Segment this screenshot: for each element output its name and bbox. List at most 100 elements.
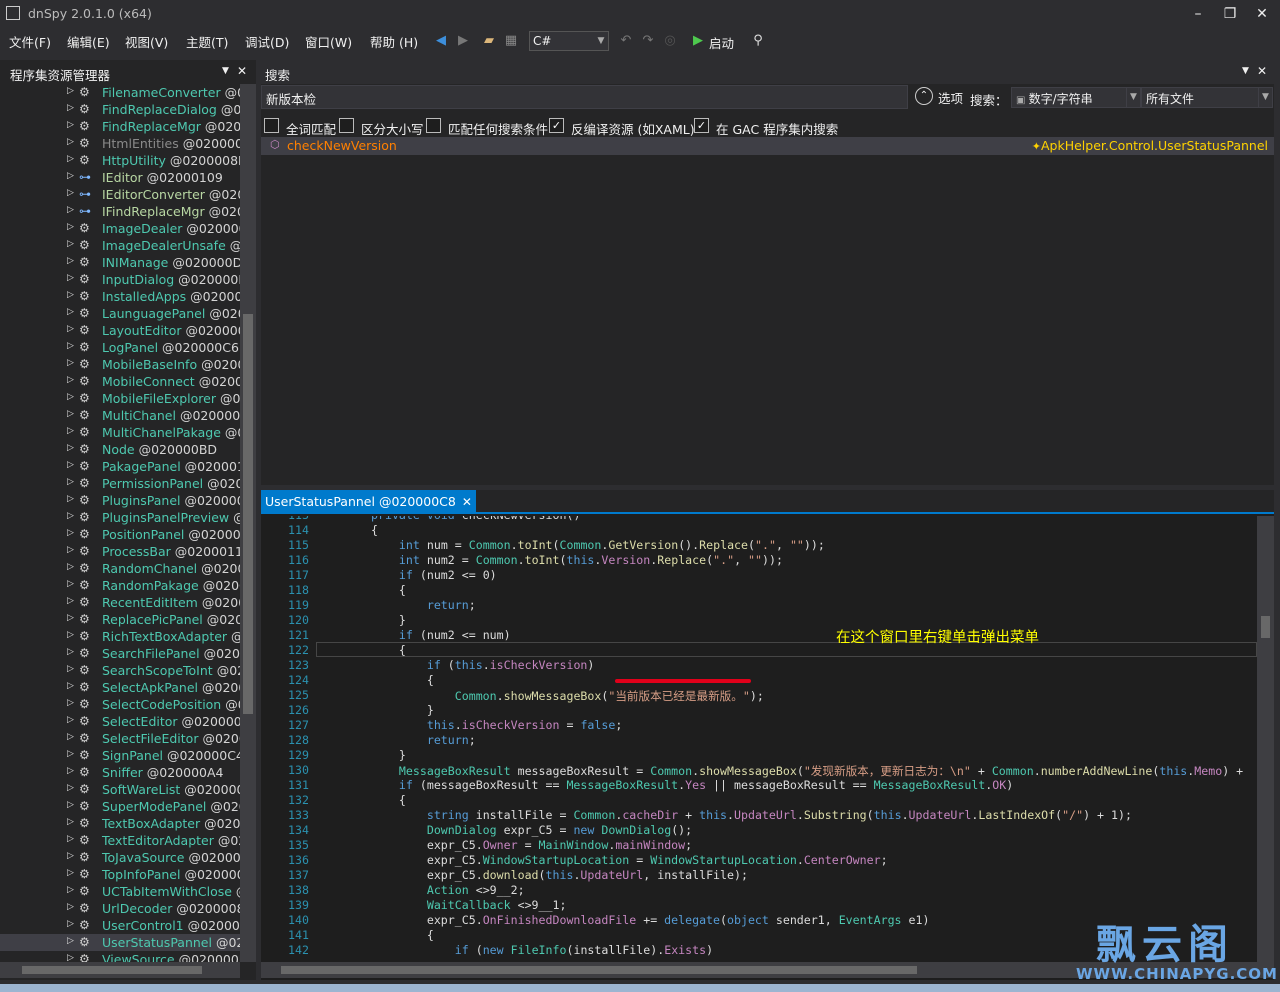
expand-arrow-icon[interactable]: ▷ bbox=[67, 460, 74, 470]
expand-arrow-icon[interactable]: ▷ bbox=[67, 664, 74, 674]
expand-arrow-icon[interactable]: ▷ bbox=[67, 766, 74, 776]
expand-arrow-icon[interactable]: ▷ bbox=[67, 868, 74, 878]
expand-arrow-icon[interactable]: ▷ bbox=[67, 103, 74, 113]
menu-file[interactable]: 文件(F) bbox=[9, 32, 51, 51]
tree-item[interactable]: ▷ ⚙ InputDialog @020000E bbox=[0, 271, 240, 288]
expand-arrow-icon[interactable]: ▷ bbox=[67, 630, 74, 640]
tree-item[interactable]: ▷ ⚙ ImageDealerUnsafe @0 bbox=[0, 237, 240, 254]
whole-word-label[interactable]: 全词匹配 bbox=[286, 119, 336, 138]
expand-arrow-icon[interactable]: ▷ bbox=[67, 392, 74, 402]
expand-arrow-icon[interactable]: ▷ bbox=[67, 86, 74, 96]
whole-word-checkbox[interactable] bbox=[264, 118, 279, 133]
expand-arrow-icon[interactable]: ▷ bbox=[67, 120, 74, 130]
collapse-options-icon[interactable]: ⌃ bbox=[915, 87, 933, 105]
expand-arrow-icon[interactable]: ▷ bbox=[67, 273, 74, 283]
expand-arrow-icon[interactable]: ▷ bbox=[67, 494, 74, 504]
tree-item[interactable]: ▷ ⚙ SelectApkPanel @0200 bbox=[0, 679, 240, 696]
menu-debug[interactable]: 调试(D) bbox=[245, 32, 289, 51]
menu-edit[interactable]: 编辑(E) bbox=[67, 32, 110, 51]
tree-item[interactable]: ▷ ⚙ INIManage @020000D bbox=[0, 254, 240, 271]
minimize-button[interactable]: – bbox=[1186, 4, 1210, 24]
back-icon[interactable]: ◀ bbox=[433, 33, 449, 49]
forward-icon[interactable]: ▶ bbox=[455, 33, 471, 49]
tree-item[interactable]: ▷ ⚙ MobileBaseInfo @0200 bbox=[0, 356, 240, 373]
decompile-resources-checkbox[interactable]: ✓ bbox=[549, 118, 564, 133]
tree-item[interactable]: ▷ ⚙ LogPanel @020000C6 bbox=[0, 339, 240, 356]
match-any-checkbox[interactable] bbox=[426, 118, 441, 133]
code-view[interactable]: 113 private void checkNewVersion() 114 {115… bbox=[261, 516, 1257, 962]
expand-arrow-icon[interactable]: ▷ bbox=[67, 749, 74, 759]
tree-item[interactable]: ▷ ⊶ IEditorConverter @020 bbox=[0, 186, 240, 203]
language-select[interactable]: C# ▼ bbox=[529, 31, 609, 51]
tree-item[interactable]: ▷ ⚙ MultiChanel @020000C bbox=[0, 407, 240, 424]
expand-arrow-icon[interactable]: ▷ bbox=[67, 545, 74, 555]
search-gac-checkbox[interactable]: ✓ bbox=[694, 118, 709, 133]
maximize-button[interactable]: ❐ bbox=[1218, 4, 1242, 24]
expand-arrow-icon[interactable]: ▷ bbox=[67, 647, 74, 657]
tree-item[interactable]: ▷ ⚙ SearchFilePanel @0200 bbox=[0, 645, 240, 662]
expand-arrow-icon[interactable]: ▷ bbox=[67, 341, 74, 351]
tree-item[interactable]: ▷ ⚙ ProcessBar @0200011 bbox=[0, 543, 240, 560]
expand-arrow-icon[interactable]: ▷ bbox=[67, 358, 74, 368]
expand-arrow-icon[interactable]: ▷ bbox=[67, 426, 74, 436]
expand-arrow-icon[interactable]: ▷ bbox=[67, 409, 74, 419]
tree-item[interactable]: ▷ ⚙ PakagePanel @0200011 bbox=[0, 458, 240, 475]
expand-arrow-icon[interactable]: ▷ bbox=[67, 885, 74, 895]
expand-arrow-icon[interactable]: ▷ bbox=[67, 698, 74, 708]
tree-item[interactable]: ▷ ⚙ ReplacePicPanel @020 bbox=[0, 611, 240, 628]
tree-item[interactable]: ▷ ⚙ SearchScopeToInt @02 bbox=[0, 662, 240, 679]
run-button[interactable]: 启动 bbox=[709, 33, 734, 52]
tree-item[interactable]: ▷ ⚙ PermissionPanel @020 bbox=[0, 475, 240, 492]
expand-arrow-icon[interactable]: ▷ bbox=[67, 953, 74, 962]
tree-item[interactable]: ▷ ⚙ RandomChanel @0200 bbox=[0, 560, 240, 577]
tree-item[interactable]: ▷ ⚙ TextBoxAdapter @0200 bbox=[0, 815, 240, 832]
expand-arrow-icon[interactable]: ▷ bbox=[67, 851, 74, 861]
assembly-icon[interactable]: ▦ bbox=[503, 33, 519, 49]
scrollbar-thumb[interactable] bbox=[243, 314, 253, 714]
tree-item[interactable]: ▷ ⚙ UserStatusPannel @020 bbox=[0, 934, 240, 951]
tab-userstatuspannel[interactable]: UserStatusPannel @020000C8 ✕ bbox=[261, 490, 476, 514]
expand-arrow-icon[interactable]: ▷ bbox=[67, 222, 74, 232]
options-label[interactable]: 选项 bbox=[938, 88, 963, 107]
menu-view[interactable]: 视图(V) bbox=[125, 32, 168, 51]
close-icon[interactable]: ✕ bbox=[1257, 64, 1267, 78]
expand-arrow-icon[interactable]: ▷ bbox=[67, 290, 74, 300]
tree-item[interactable]: ▷ ⚙ MobileConnect @0200 bbox=[0, 373, 240, 390]
tree-item[interactable]: ▷ ⚙ Node @020000BD bbox=[0, 441, 240, 458]
expand-arrow-icon[interactable]: ▷ bbox=[67, 205, 74, 215]
scrollbar-thumb[interactable] bbox=[22, 966, 202, 974]
redo-icon[interactable]: ↷ bbox=[640, 33, 656, 49]
expand-arrow-icon[interactable]: ▷ bbox=[67, 834, 74, 844]
tree-item[interactable]: ▷ ⚙ FindReplaceMgr @0200 bbox=[0, 118, 240, 135]
tree-item[interactable]: ▷ ⊶ IFindReplaceMgr @020 bbox=[0, 203, 240, 220]
tree-item[interactable]: ▷ ⚙ MultiChanelPakage @0 bbox=[0, 424, 240, 441]
tree-item[interactable]: ▷ ⚙ LaunguagePanel @020 bbox=[0, 305, 240, 322]
expand-arrow-icon[interactable]: ▷ bbox=[67, 154, 74, 164]
tree-item[interactable]: ▷ ⚙ HttpUtility @0200008D bbox=[0, 152, 240, 169]
vertical-scrollbar[interactable] bbox=[240, 84, 256, 962]
play-icon[interactable]: ▶ bbox=[690, 33, 706, 49]
expand-arrow-icon[interactable]: ▷ bbox=[67, 732, 74, 742]
tree-item[interactable]: ▷ ⚙ Sniffer @020000A4 bbox=[0, 764, 240, 781]
decompile-resources-label[interactable]: 反编译资源 (如XAML) bbox=[571, 119, 695, 138]
tree-item[interactable]: ▷ ⚙ ToJavaSource @020000 bbox=[0, 849, 240, 866]
tree-item[interactable]: ▷ ⚙ SuperModePanel @020 bbox=[0, 798, 240, 815]
tree-item[interactable]: ▷ ⚙ ViewSource @020000D bbox=[0, 951, 240, 962]
expand-arrow-icon[interactable]: ▷ bbox=[67, 800, 74, 810]
scrollbar-thumb[interactable] bbox=[281, 966, 917, 974]
expand-arrow-icon[interactable]: ▷ bbox=[67, 307, 74, 317]
tree-item[interactable]: ▷ ⚙ LayoutEditor @020000A bbox=[0, 322, 240, 339]
tree-item[interactable]: ▷ ⊶ IEditor @02000109 bbox=[0, 169, 240, 186]
expand-arrow-icon[interactable]: ▷ bbox=[67, 783, 74, 793]
search-type-select[interactable]: ▣ 数字/字符串 ▼ bbox=[1011, 87, 1141, 108]
tree-item[interactable]: ▷ ⚙ InstalledApps @020000 bbox=[0, 288, 240, 305]
expand-arrow-icon[interactable]: ▷ bbox=[67, 681, 74, 691]
tree-item[interactable]: ▷ ⚙ RandomPakage @0200 bbox=[0, 577, 240, 594]
chevron-down-icon[interactable]: ▼ bbox=[222, 66, 229, 76]
expand-arrow-icon[interactable]: ▷ bbox=[67, 817, 74, 827]
expand-arrow-icon[interactable]: ▷ bbox=[67, 477, 74, 487]
tree-item[interactable]: ▷ ⚙ PositionPanel @020000 bbox=[0, 526, 240, 543]
expand-arrow-icon[interactable]: ▷ bbox=[67, 324, 74, 334]
menu-window[interactable]: 窗口(W) bbox=[305, 32, 352, 51]
close-icon[interactable]: ✕ bbox=[237, 64, 247, 78]
